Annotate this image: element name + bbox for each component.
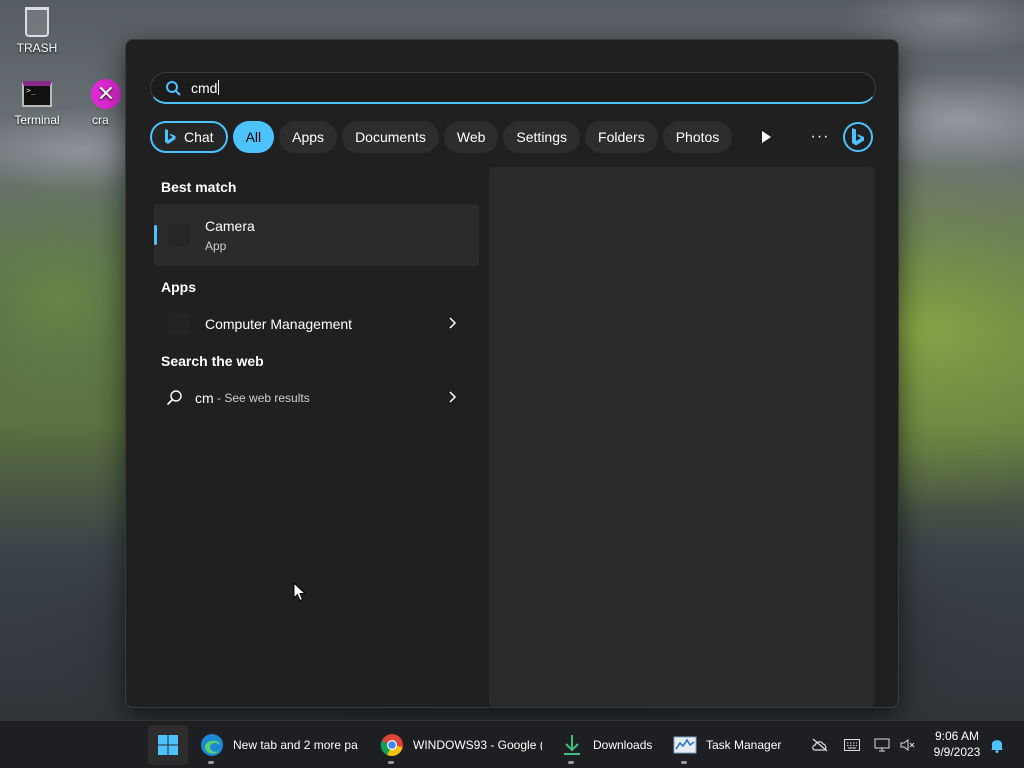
mouse-cursor-icon — [293, 582, 307, 602]
filter-web[interactable]: Web — [443, 121, 499, 153]
web-query: cm — [195, 390, 214, 406]
keyboard-icon[interactable] — [840, 725, 864, 765]
web-results-suffix: - See web results — [213, 391, 310, 405]
taskbar-app-edge[interactable]: New tab and 2 more pa — [192, 725, 364, 765]
filter-all[interactable]: All — [232, 121, 275, 153]
filter-documents[interactable]: Documents — [342, 121, 439, 153]
filter-toolbar: ··· — [750, 121, 874, 153]
filter-folders[interactable]: Folders — [585, 121, 658, 153]
result-title: Computer Management — [205, 316, 353, 332]
desktop-icon-trash[interactable]: TRASH — [2, 6, 72, 55]
preview-pane — [489, 167, 875, 707]
filter-photos[interactable]: Photos — [662, 121, 733, 153]
selection-indicator — [154, 225, 157, 245]
computer-management-icon — [168, 313, 190, 335]
taskbar-app-chrome[interactable]: WINDOWS93 - Google ( — [372, 725, 542, 765]
taskbar: New tab and 2 more pa WINDOWS93 - Google… — [0, 720, 1024, 768]
clock-time: 9:06 AM — [934, 729, 980, 743]
bing-chat-icon — [165, 129, 176, 144]
download-icon — [564, 735, 580, 755]
cloud-offline-icon[interactable] — [808, 725, 832, 765]
search-input[interactable]: cmd — [191, 80, 217, 96]
bing-button[interactable] — [842, 121, 874, 153]
play-icon — [762, 131, 771, 143]
chevron-right-icon[interactable] — [445, 316, 459, 330]
app-result-computer-management[interactable]: Computer Management — [154, 304, 479, 344]
notification-bell-icon[interactable] — [986, 725, 1008, 765]
web-heading: Search the web — [161, 353, 264, 369]
clock[interactable]: 9:06 AM 9/9/2023 — [924, 728, 990, 760]
search-icon — [167, 390, 182, 405]
camera-icon — [168, 224, 190, 246]
task-manager-icon — [673, 736, 697, 754]
filter-apps[interactable]: Apps — [279, 121, 338, 153]
more-icon: ··· — [810, 128, 830, 145]
more-filters-button[interactable] — [750, 121, 782, 153]
filter-settings[interactable]: Settings — [503, 121, 581, 153]
desktop-icon-label: TRASH — [16, 41, 58, 55]
search-box[interactable]: cmd — [150, 72, 876, 104]
result-title: Camera — [205, 217, 255, 234]
best-match-heading: Best match — [161, 179, 237, 195]
web-result[interactable]: cm - See web results — [154, 378, 479, 418]
desktop-icon-terminal[interactable]: >_ Terminal — [2, 78, 72, 127]
terminal-icon: >_ — [21, 78, 53, 110]
network-icon[interactable] — [870, 725, 894, 765]
apps-heading: Apps — [161, 279, 196, 295]
desktop-icon-label: Terminal — [14, 113, 60, 127]
search-icon — [166, 80, 181, 95]
more-options-button[interactable]: ··· — [804, 121, 836, 153]
chevron-right-icon[interactable] — [445, 390, 459, 404]
crash-icon: ✕ — [90, 78, 122, 110]
windows-icon — [158, 735, 178, 755]
clock-date: 9/9/2023 — [933, 745, 981, 759]
trash-icon — [21, 6, 53, 38]
running-indicator — [208, 761, 214, 764]
running-indicator — [681, 761, 687, 764]
taskbar-app-task-manager[interactable]: Task Manager — [665, 725, 787, 765]
chrome-icon — [380, 734, 403, 757]
bing-icon — [843, 122, 873, 152]
taskbar-app-downloads[interactable]: Downloads — [552, 725, 662, 765]
filter-bar: Chat All Apps Documents Web Settings Fol… — [150, 121, 737, 153]
start-button[interactable] — [148, 725, 188, 765]
text-caret — [218, 80, 220, 95]
running-indicator — [388, 761, 394, 764]
edge-icon — [201, 734, 223, 756]
volume-muted-icon[interactable] — [896, 725, 920, 765]
result-type: App — [205, 238, 227, 253]
running-indicator — [568, 761, 574, 764]
chat-button[interactable]: Chat — [150, 121, 228, 153]
results-list: Best match Camera App Apps Computer Mana… — [154, 170, 480, 418]
best-match-item[interactable]: Camera App — [154, 204, 479, 266]
search-panel: cmd Chat All Apps Documents Web Settings… — [125, 39, 899, 708]
